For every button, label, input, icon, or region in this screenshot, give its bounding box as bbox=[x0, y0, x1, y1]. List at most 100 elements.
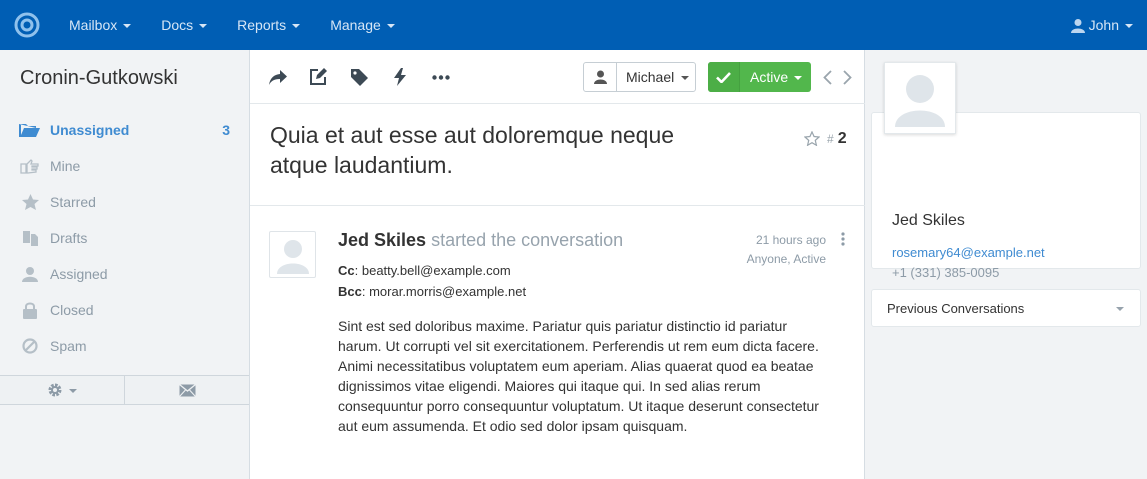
mailbox-settings-button[interactable] bbox=[0, 376, 124, 404]
nav-reports[interactable]: Reports bbox=[237, 17, 301, 33]
forward-icon bbox=[269, 69, 287, 85]
previous-conversations-label: Previous Conversations bbox=[887, 300, 1025, 316]
thread-meta: Anyone, Active bbox=[746, 252, 826, 266]
customer-phone: +1 (331) 385-0095 bbox=[892, 265, 1000, 280]
hand-point-icon bbox=[19, 157, 41, 175]
star-conversation-button[interactable] bbox=[803, 130, 821, 151]
lightning-icon bbox=[394, 68, 406, 86]
folder-label: Mine bbox=[50, 158, 81, 174]
folder-mine[interactable]: Mine bbox=[0, 148, 249, 184]
cc-line: Cc: beatty.bell@example.com bbox=[338, 263, 511, 278]
user-icon bbox=[19, 265, 41, 283]
star-icon bbox=[19, 193, 41, 211]
chevron-down-icon bbox=[1116, 307, 1124, 311]
nav-mailbox[interactable]: Mailbox bbox=[69, 17, 132, 33]
customer-email[interactable]: rosemary64@example.net bbox=[892, 245, 1045, 260]
envelope-icon bbox=[178, 383, 196, 397]
author-name[interactable]: Jed Skiles bbox=[338, 230, 426, 250]
top-navbar: Mailbox Docs Reports Manage John bbox=[0, 0, 1147, 50]
chevron-down-icon bbox=[386, 24, 395, 28]
user-icon bbox=[1070, 18, 1085, 33]
chevron-down-icon bbox=[794, 76, 803, 80]
cc-value: beatty.bell@example.com bbox=[361, 263, 511, 278]
chevron-down-icon bbox=[123, 24, 132, 28]
new-conversation-button[interactable] bbox=[124, 376, 249, 404]
assignee-dropdown[interactable]: Michael bbox=[583, 62, 696, 92]
divider bbox=[250, 205, 865, 206]
customer-avatar bbox=[884, 62, 956, 134]
folder-assigned[interactable]: Assigned bbox=[0, 256, 249, 292]
sidebar-footer bbox=[0, 375, 249, 405]
customer-card: Jed Skiles rosemary64@example.net +1 (33… bbox=[871, 112, 1141, 309]
chevron-down-icon bbox=[69, 389, 77, 393]
folder-unassigned[interactable]: Unassigned 3 bbox=[0, 112, 249, 148]
nav-manage[interactable]: Manage bbox=[330, 17, 395, 33]
lock-icon bbox=[19, 301, 41, 319]
conversation-number-value: 2 bbox=[837, 130, 847, 147]
user-menu[interactable]: John bbox=[1070, 0, 1133, 50]
nav-docs[interactable]: Docs bbox=[161, 17, 208, 33]
more-actions-button[interactable] bbox=[431, 67, 451, 87]
thread-menu-button[interactable] bbox=[841, 232, 845, 251]
chevron-down-icon bbox=[199, 24, 208, 28]
ban-icon bbox=[19, 337, 41, 355]
user-icon bbox=[584, 63, 617, 91]
nav-mailbox-label: Mailbox bbox=[69, 17, 118, 33]
conversation-toolbar: Michael Active bbox=[250, 50, 865, 104]
folder-open-icon bbox=[19, 121, 41, 139]
folder-label: Unassigned bbox=[50, 122, 130, 138]
conversation-number: #2 bbox=[827, 130, 847, 148]
new-note-button[interactable] bbox=[308, 67, 328, 87]
folder-label: Drafts bbox=[50, 230, 88, 246]
gear-icon bbox=[48, 383, 62, 397]
star-outline-icon bbox=[803, 130, 821, 147]
author-action: started the conversation bbox=[431, 230, 624, 250]
conversation-subject: Quia et aut esse aut doloremque neque at… bbox=[270, 122, 675, 178]
status-dropdown[interactable]: Active bbox=[708, 62, 811, 92]
thread-time: 21 hours ago bbox=[755, 233, 826, 247]
bcc-label: Bcc bbox=[338, 284, 362, 299]
workflow-button[interactable] bbox=[390, 67, 410, 87]
nav-docs-label: Docs bbox=[161, 17, 194, 33]
person-placeholder-icon bbox=[895, 75, 945, 127]
thread-author-line: Jed Skiles started the conversation bbox=[338, 230, 623, 251]
customer-name[interactable]: Jed Skiles bbox=[892, 212, 965, 230]
conversation-panel: Michael Active Quia et aut esse aut dolo… bbox=[250, 50, 865, 479]
hash-label: # bbox=[827, 132, 834, 146]
bcc-line: Bcc: morar.morris@example.net bbox=[338, 284, 527, 299]
folder-closed[interactable]: Closed bbox=[0, 292, 249, 328]
folder-label: Closed bbox=[50, 302, 94, 318]
folder-drafts[interactable]: Drafts bbox=[0, 220, 249, 256]
folder-label: Spam bbox=[50, 338, 87, 354]
forward-button[interactable] bbox=[268, 67, 288, 87]
nav-reports-label: Reports bbox=[237, 17, 287, 33]
chevron-right-icon bbox=[842, 69, 852, 85]
chevron-down-icon bbox=[292, 24, 301, 28]
kebab-icon bbox=[841, 232, 845, 246]
chevron-left-icon bbox=[822, 69, 832, 85]
previous-conversations-toggle[interactable]: Previous Conversations bbox=[871, 289, 1141, 327]
chevron-down-icon bbox=[1125, 24, 1133, 28]
edit-icon bbox=[310, 68, 327, 85]
bcc-value: morar.morris@example.net bbox=[369, 284, 527, 299]
assignee-label: Michael bbox=[626, 69, 675, 85]
status-label: Active bbox=[750, 69, 789, 85]
person-placeholder-icon bbox=[276, 239, 309, 274]
message-body: Sint est sed doloribus maxime. Pariatur … bbox=[338, 318, 819, 434]
author-avatar bbox=[269, 231, 316, 278]
folder-spam[interactable]: Spam bbox=[0, 328, 249, 364]
folder-starred[interactable]: Starred bbox=[0, 184, 249, 220]
folder-list: Unassigned 3 Mine Starred Drafts Assigne… bbox=[0, 112, 249, 364]
prev-conversation-button[interactable] bbox=[820, 68, 834, 86]
tag-icon bbox=[350, 68, 368, 86]
next-conversation-button[interactable] bbox=[840, 68, 854, 86]
folder-label: Assigned bbox=[50, 266, 108, 282]
nav-manage-label: Manage bbox=[330, 17, 381, 33]
cc-label: Cc bbox=[338, 263, 355, 278]
folder-label: Starred bbox=[50, 194, 96, 210]
drafts-icon bbox=[19, 229, 41, 247]
mailbox-sidebar: Cronin-Gutkowski Unassigned 3 Mine Starr… bbox=[0, 50, 250, 479]
tag-button[interactable] bbox=[349, 67, 369, 87]
app-logo-icon[interactable] bbox=[14, 12, 40, 38]
ellipsis-icon bbox=[432, 74, 450, 80]
